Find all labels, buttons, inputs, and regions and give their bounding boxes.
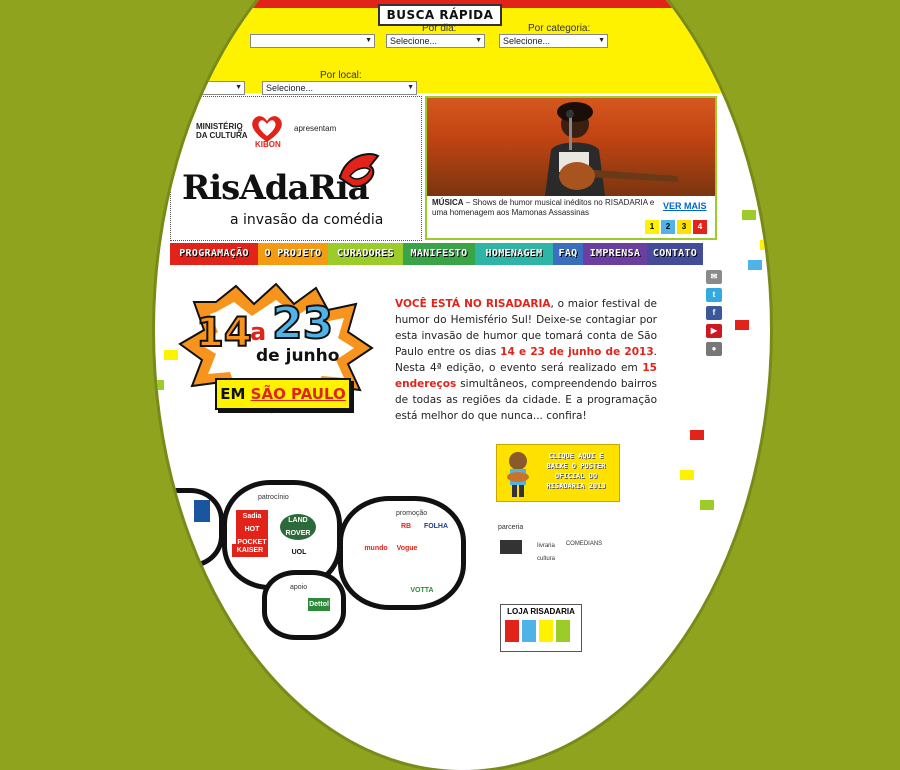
nav-o-projeto[interactable]: O PROJETO <box>258 243 328 265</box>
parceria-logo-dark <box>500 540 522 554</box>
circular-viewport: BUSCA RÁPIDA ▼ Por dia: Selecione... ▼ Po… <box>155 0 770 770</box>
folha-logo[interactable]: FOLHA <box>422 520 450 533</box>
flickr-icon[interactable]: ● <box>706 342 722 356</box>
lego-block <box>748 260 762 270</box>
loja-title: LOJA RISADARIA <box>507 607 575 616</box>
download-poster-button[interactable]: CLIQUE AQUI E BAIXE O POSTER OFICIAL DO … <box>496 444 620 502</box>
sponsor-connector: e <box>238 126 243 135</box>
slider-page-2[interactable]: 2 <box>661 220 675 234</box>
mouth-mascot-icon <box>338 153 380 188</box>
lego-block <box>690 430 704 440</box>
slider-caption: MÚSICA – Shows de humor musical inéditos… <box>432 198 657 218</box>
slider-page-1[interactable]: 1 <box>645 220 659 234</box>
poster-text: CLIQUE AQUI E BAIXE O POSTER OFICIAL DO … <box>546 452 606 490</box>
dettol-logo[interactable]: Dettol <box>308 598 330 611</box>
comedians-logo[interactable]: COMEDIANS <box>564 538 604 551</box>
lego-block <box>742 210 756 220</box>
votta-logo[interactable]: VOTTA <box>410 584 434 597</box>
intro-paragraph: VOCÊ ESTÁ NO RISADARIA, o maior festival… <box>395 296 657 424</box>
hero-city: SÃO PAULO <box>250 385 346 403</box>
twitter-icon[interactable]: t <box>706 288 722 302</box>
rb-logo[interactable]: RB <box>394 520 418 533</box>
presentam-label: apresentam <box>294 124 337 133</box>
parceria-label: parceria <box>498 524 524 531</box>
apoio-label: apoio <box>290 584 308 591</box>
vogue-logo[interactable]: Vogue <box>394 542 420 555</box>
filter-select-left[interactable]: ▼ <box>250 34 375 48</box>
product-thumb-3 <box>539 620 553 642</box>
risadaria-page: BUSCA RÁPIDA ▼ Por dia: Selecione... ▼ Po… <box>155 0 770 652</box>
land-rover-logo[interactable]: LAND ROVER <box>280 514 316 540</box>
nav-faq[interactable]: FAQ <box>553 243 583 265</box>
lego-block <box>680 470 694 480</box>
lego-block <box>164 350 178 360</box>
by-place-label: Por local: <box>320 70 362 81</box>
caption-category: MÚSICA <box>432 198 464 207</box>
uol-logo[interactable]: UOL <box>282 546 316 559</box>
by-day-select[interactable]: Selecione... ▼ <box>386 34 485 48</box>
brand-tagline: a invasão da comédia <box>230 212 384 228</box>
mundo-logo[interactable]: mundo <box>362 542 390 555</box>
kibon-label: KIBON <box>255 140 281 149</box>
livraria-cultura-logo[interactable]: livraria cultura <box>528 540 564 566</box>
hero-day-from: 14 <box>195 309 253 357</box>
product-thumb-2 <box>522 620 536 642</box>
product-thumb-1 <box>505 620 519 642</box>
poster-character-icon <box>507 452 529 497</box>
facebook-icon[interactable]: f <box>706 306 722 320</box>
hero-month: de junho <box>256 346 340 366</box>
patrocinio-label: patrocínio <box>258 494 289 501</box>
by-category-label: Por categoria: <box>528 23 591 34</box>
nav-contato[interactable]: CONTATO <box>647 243 703 265</box>
slider-photo[interactable] <box>427 98 715 196</box>
ver-mais-link[interactable]: VER MAIS <box>663 201 707 211</box>
lego-block <box>760 240 770 250</box>
product-thumb-4 <box>556 620 570 642</box>
loja-risadaria-box[interactable]: LOJA RISADARIA <box>500 604 582 652</box>
nav-manifesto[interactable]: MANIFESTO <box>403 243 475 265</box>
lego-block <box>700 500 714 510</box>
by-place-select[interactable]: Selecione... ▼ <box>262 81 417 95</box>
intro-lead: VOCÊ ESTÁ NO RISADARIA <box>395 298 551 310</box>
by-category-select[interactable]: Selecione... ▼ <box>499 34 608 48</box>
featured-slider: MÚSICA – Shows de humor musical inéditos… <box>425 96 717 240</box>
by-place-select-left[interactable]: ▼ <box>200 81 245 95</box>
nav-homenagem[interactable]: HOMENAGEM <box>475 243 553 265</box>
intro-dates: 14 e 23 de junho de 2013 <box>500 346 654 358</box>
apoio-cloud <box>262 570 346 640</box>
lego-block <box>735 320 749 330</box>
hero-connector: a <box>250 318 267 346</box>
promocao-label: promoção <box>396 510 428 517</box>
sponsor-logo-blue <box>194 500 210 522</box>
main-nav: PROGRAMAÇÃO O PROJETO CURADORES MANIFEST… <box>170 243 713 265</box>
youtube-icon[interactable]: ▶ <box>706 324 722 338</box>
slider-page-3[interactable]: 3 <box>677 220 691 234</box>
slider-page-4[interactable]: 4 <box>693 220 707 234</box>
lego-block <box>155 380 164 390</box>
caption-text: – Shows de humor musical inéditos no RIS… <box>432 198 655 217</box>
hero-day-to: 23 <box>271 297 334 350</box>
musician-image <box>545 102 679 196</box>
sponsor-cloud-left <box>155 488 224 568</box>
kaiser-logo[interactable]: KAISER <box>232 544 268 557</box>
social-bar: ✉ t f ▶ ● <box>706 270 724 360</box>
email-icon[interactable]: ✉ <box>706 270 722 284</box>
hero-city-badge: EM SÃO PAULO <box>215 378 351 410</box>
hero-city-prefix: EM <box>220 385 246 403</box>
nav-imprensa[interactable]: IMPRENSA <box>583 243 647 265</box>
by-day-label: Por dia: <box>422 23 457 34</box>
loja-products <box>505 620 577 642</box>
nav-programacao[interactable]: PROGRAMAÇÃO <box>170 243 258 265</box>
nav-curadores[interactable]: CURADORES <box>328 243 403 265</box>
